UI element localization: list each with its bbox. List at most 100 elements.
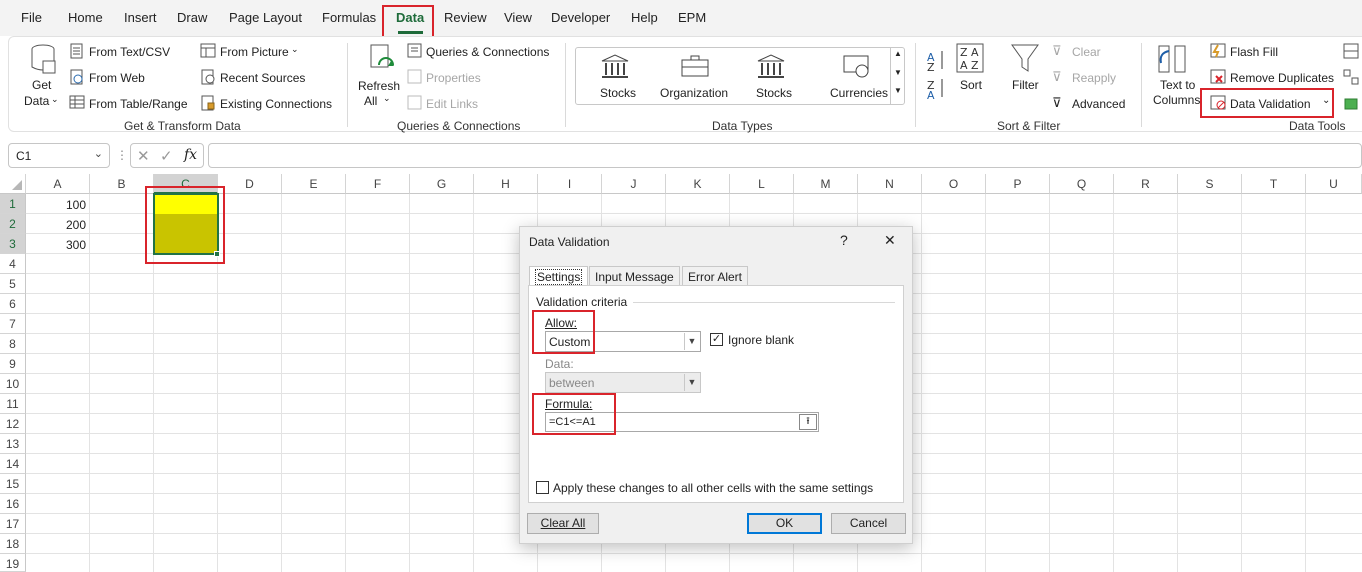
remove-duplicates-button[interactable]: Remove Duplicates bbox=[1230, 71, 1334, 85]
menu-epm[interactable]: EPM bbox=[678, 10, 706, 25]
collapse-dialog-icon[interactable]: ⭱ bbox=[799, 414, 817, 430]
column-header-t[interactable]: T bbox=[1242, 174, 1306, 194]
name-box[interactable]: C1 ⌄ bbox=[8, 143, 110, 168]
apply-all-checkbox[interactable] bbox=[536, 481, 549, 494]
cancel-icon[interactable]: ✕ bbox=[137, 147, 150, 165]
data-validation-button[interactable]: Data Validation bbox=[1230, 97, 1311, 111]
row-header-2[interactable]: 2 bbox=[0, 214, 26, 234]
row-header-12[interactable]: 12 bbox=[0, 414, 26, 434]
text-to-columns-label-2[interactable]: Columns bbox=[1153, 93, 1200, 107]
menu-insert[interactable]: Insert bbox=[124, 10, 157, 25]
menu-help[interactable]: Help bbox=[631, 10, 658, 25]
formula-field[interactable]: =C1<=A1 ⭱ bbox=[545, 412, 819, 432]
row-header-17[interactable]: 17 bbox=[0, 514, 26, 534]
cancel-button[interactable]: Cancel bbox=[831, 513, 906, 534]
ok-button[interactable]: OK bbox=[747, 513, 822, 534]
allow-select[interactable]: Custom ▼ bbox=[545, 331, 701, 352]
column-header-s[interactable]: S bbox=[1178, 174, 1242, 194]
reapply-button[interactable]: Reapply bbox=[1072, 71, 1116, 85]
column-header-a[interactable]: A bbox=[26, 174, 90, 194]
row-header-1[interactable]: 1 bbox=[0, 194, 26, 214]
data-type-organization[interactable]: Organization bbox=[660, 86, 728, 100]
row-header-19[interactable]: 19 bbox=[0, 554, 26, 572]
help-button[interactable]: ? bbox=[840, 232, 848, 248]
refresh-all-label[interactable]: Refresh bbox=[358, 79, 400, 93]
row-header-4[interactable]: 4 bbox=[0, 254, 26, 274]
recent-sources-button[interactable]: Recent Sources bbox=[220, 71, 305, 85]
existing-connections-button[interactable]: Existing Connections bbox=[220, 97, 332, 111]
menu-formulas[interactable]: Formulas bbox=[322, 10, 376, 25]
from-web-button[interactable]: From Web bbox=[89, 71, 145, 85]
chevron-down-icon[interactable]: ⌄ bbox=[94, 147, 103, 160]
column-header-g[interactable]: G bbox=[410, 174, 474, 194]
column-header-k[interactable]: K bbox=[666, 174, 730, 194]
filter-button[interactable]: Filter bbox=[1012, 78, 1039, 92]
row-header-14[interactable]: 14 bbox=[0, 454, 26, 474]
column-header-f[interactable]: F bbox=[346, 174, 410, 194]
formula-input[interactable] bbox=[208, 143, 1362, 168]
gallery-down-icon[interactable]: ▼ bbox=[894, 68, 902, 77]
data-type-stocks-2[interactable]: Stocks bbox=[756, 86, 792, 100]
row-header-10[interactable]: 10 bbox=[0, 374, 26, 394]
clear-button[interactable]: Clear bbox=[1072, 45, 1101, 59]
chevron-down-icon[interactable]: ⌄ bbox=[291, 44, 299, 55]
row-header-16[interactable]: 16 bbox=[0, 494, 26, 514]
gallery-scroll[interactable]: ▲ ▼ ▼ bbox=[890, 48, 905, 104]
column-header-j[interactable]: J bbox=[602, 174, 666, 194]
menu-view[interactable]: View bbox=[504, 10, 532, 25]
column-header-b[interactable]: B bbox=[90, 174, 154, 194]
menu-draw[interactable]: Draw bbox=[177, 10, 207, 25]
chevron-down-icon[interactable]: ▼ bbox=[684, 333, 699, 350]
data-type-stocks[interactable]: Stocks bbox=[600, 86, 636, 100]
menu-data[interactable]: Data bbox=[396, 10, 424, 25]
row-header-15[interactable]: 15 bbox=[0, 474, 26, 494]
text-to-columns-label[interactable]: Text to bbox=[1160, 78, 1195, 92]
from-picture-button[interactable]: From Picture bbox=[220, 45, 289, 59]
column-header-d[interactable]: D bbox=[218, 174, 282, 194]
column-header-h[interactable]: H bbox=[474, 174, 538, 194]
from-text-csv-button[interactable]: From Text/CSV bbox=[89, 45, 170, 59]
tab-error-alert[interactable]: Error Alert bbox=[682, 266, 749, 286]
column-header-p[interactable]: P bbox=[986, 174, 1050, 194]
chevron-down-icon[interactable]: ⌄ bbox=[51, 94, 59, 105]
cell-a1[interactable]: 100 bbox=[26, 198, 86, 212]
row-header-9[interactable]: 9 bbox=[0, 354, 26, 374]
get-data-label-2[interactable]: Data bbox=[24, 94, 49, 108]
column-header-u[interactable]: U bbox=[1306, 174, 1362, 194]
cell-a3[interactable]: 300 bbox=[26, 238, 86, 252]
clear-all-button[interactable]: Clear All bbox=[527, 513, 599, 534]
row-header-8[interactable]: 8 bbox=[0, 334, 26, 354]
data-type-currencies[interactable]: Currencies bbox=[830, 86, 888, 100]
tab-input-message[interactable]: Input Message bbox=[589, 266, 680, 286]
column-header-q[interactable]: Q bbox=[1050, 174, 1114, 194]
tab-settings[interactable]: Settings bbox=[529, 266, 589, 287]
get-data-label[interactable]: Get bbox=[32, 78, 51, 92]
menu-file[interactable]: File bbox=[21, 10, 42, 25]
row-header-6[interactable]: 6 bbox=[0, 294, 26, 314]
enter-icon[interactable]: ✓ bbox=[160, 147, 173, 165]
advanced-button[interactable]: Advanced bbox=[1072, 97, 1125, 111]
refresh-all-label-2[interactable]: All bbox=[364, 94, 377, 108]
menu-developer[interactable]: Developer bbox=[551, 10, 610, 25]
ignore-blank-checkbox[interactable]: ✓ bbox=[710, 333, 723, 346]
chevron-down-icon[interactable]: ⌄ bbox=[1322, 95, 1330, 106]
from-table-range-button[interactable]: From Table/Range bbox=[89, 97, 188, 111]
column-header-i[interactable]: I bbox=[538, 174, 602, 194]
column-header-l[interactable]: L bbox=[730, 174, 794, 194]
insert-function-button[interactable]: fx bbox=[184, 147, 197, 163]
row-header-3[interactable]: 3 bbox=[0, 234, 26, 254]
row-header-7[interactable]: 7 bbox=[0, 314, 26, 334]
menu-home[interactable]: Home bbox=[68, 10, 103, 25]
column-header-n[interactable]: N bbox=[858, 174, 922, 194]
select-all-corner[interactable] bbox=[0, 174, 26, 194]
row-header-11[interactable]: 11 bbox=[0, 394, 26, 414]
chevron-down-icon[interactable]: ⌄ bbox=[383, 93, 391, 104]
column-header-r[interactable]: R bbox=[1114, 174, 1178, 194]
row-header-18[interactable]: 18 bbox=[0, 534, 26, 554]
row-header-5[interactable]: 5 bbox=[0, 274, 26, 294]
properties-button[interactable]: Properties bbox=[426, 71, 481, 85]
sort-button[interactable]: Sort bbox=[960, 78, 982, 92]
gallery-more-icon[interactable]: ▼ bbox=[894, 86, 902, 95]
menu-page-layout[interactable]: Page Layout bbox=[229, 10, 302, 25]
close-button[interactable]: ✕ bbox=[884, 232, 896, 249]
